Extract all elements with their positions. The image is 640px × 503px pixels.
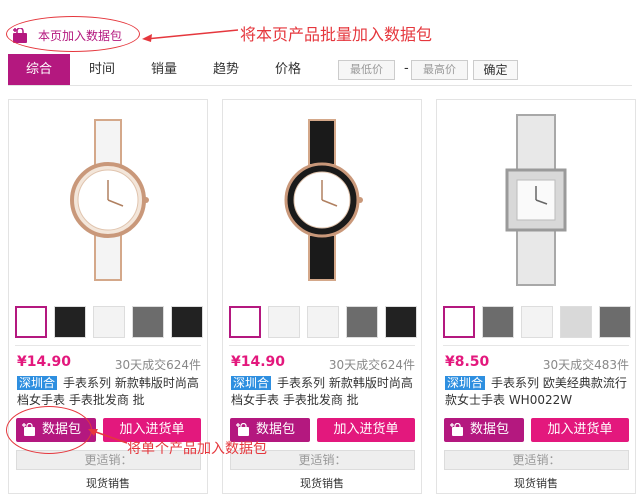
arrow-annotation bbox=[142, 29, 239, 42]
arrow-annotation bbox=[88, 429, 128, 444]
product-price: ¥14.90 bbox=[231, 354, 286, 370]
shopping-bag-plus-icon bbox=[236, 423, 249, 436]
price-confirm-button[interactable]: 确定 bbox=[473, 60, 518, 80]
sales-count: 30天成交624件 bbox=[114, 358, 201, 372]
thumbnail[interactable] bbox=[15, 306, 47, 338]
thumbnail[interactable] bbox=[93, 306, 125, 338]
thumbnail[interactable] bbox=[482, 306, 514, 338]
product-card: ¥8.50 30天成交483件 深圳合 手表系列 欧美经典款流行款女士手表 WH0… bbox=[436, 99, 636, 494]
product-image-black-watch[interactable] bbox=[223, 100, 421, 300]
thumbnail[interactable] bbox=[521, 306, 553, 338]
thumbnail[interactable] bbox=[229, 306, 261, 338]
sort-bar: 综合 时间 销量 趋势 价格 最低价 - 最高价 确定 bbox=[8, 54, 632, 86]
location-tag: 深圳合 bbox=[231, 376, 272, 390]
thumbnail[interactable] bbox=[560, 306, 592, 338]
product-image-white-watch[interactable] bbox=[9, 100, 207, 300]
stock-status: 现货销售 bbox=[86, 477, 130, 490]
divider bbox=[15, 345, 201, 346]
highlight-ellipse bbox=[6, 406, 92, 454]
thumbnail[interactable] bbox=[307, 306, 339, 338]
divider bbox=[443, 345, 629, 346]
divider bbox=[229, 345, 415, 346]
thumbnail[interactable] bbox=[54, 306, 86, 338]
shopping-bag-plus-icon bbox=[450, 423, 463, 436]
datapack-label: 数据包 bbox=[470, 422, 510, 437]
location-tag: 深圳合 bbox=[17, 376, 58, 390]
annotation-single-add: 将单个产品加入数据包 bbox=[127, 441, 267, 457]
price-range-dash: - bbox=[404, 61, 409, 76]
annotation-batch-add: 将本页产品批量加入数据包 bbox=[240, 25, 433, 44]
sales-count: 30天成交483件 bbox=[542, 358, 629, 372]
thumbnail[interactable] bbox=[132, 306, 164, 338]
stock-status: 现货销售 bbox=[514, 477, 558, 490]
stock-status: 现货销售 bbox=[300, 477, 344, 490]
max-price-input[interactable]: 最高价 bbox=[411, 60, 468, 80]
thumbnail[interactable] bbox=[171, 306, 203, 338]
thumbnail[interactable] bbox=[599, 306, 631, 338]
thumbnail-strip bbox=[15, 306, 203, 338]
thumbnail[interactable] bbox=[385, 306, 417, 338]
thumbnail[interactable] bbox=[443, 306, 475, 338]
product-price: ¥8.50 bbox=[445, 354, 490, 370]
add-to-cart-button[interactable]: 加入进货单 bbox=[317, 418, 415, 442]
top-toolbar: 本页加入数据包 将本页产品批量加入数据包 bbox=[0, 0, 640, 52]
sales-count: 30天成交624件 bbox=[328, 358, 415, 372]
min-price-input[interactable]: 最低价 bbox=[338, 60, 395, 80]
product-card: ¥14.90 30天成交624件 深圳合 手表系列 新款韩版时尚高档女手表 手表批… bbox=[222, 99, 422, 494]
product-title-block[interactable]: 深圳合 手表系列 新款韩版时尚高档女手表 手表批发商 批 bbox=[231, 375, 417, 411]
location-tag: 深圳合 bbox=[445, 376, 486, 390]
sort-tab-overall[interactable]: 综合 bbox=[8, 54, 70, 85]
product-title-block[interactable]: 深圳合 手表系列 欧美经典款流行款女士手表 WH0022W bbox=[445, 375, 631, 411]
thumbnail[interactable] bbox=[268, 306, 300, 338]
add-to-datapack-button[interactable]: 数据包 bbox=[444, 418, 524, 442]
sort-tab-sales[interactable]: 销量 bbox=[134, 54, 194, 85]
thumbnail-strip bbox=[443, 306, 631, 338]
thumbnail[interactable] bbox=[346, 306, 378, 338]
product-price: ¥14.90 bbox=[17, 354, 72, 370]
sort-tab-time[interactable]: 时间 bbox=[72, 54, 132, 85]
sort-tab-price[interactable]: 价格 bbox=[258, 54, 318, 85]
add-to-cart-button[interactable]: 加入进货单 bbox=[531, 418, 629, 442]
thumbnail-strip bbox=[229, 306, 417, 338]
product-image-silver-watch[interactable] bbox=[437, 100, 635, 300]
sort-tab-trend[interactable]: 趋势 bbox=[196, 54, 256, 85]
highlight-ellipse bbox=[6, 16, 140, 52]
more-listing-button[interactable]: 更适销： bbox=[444, 450, 629, 470]
